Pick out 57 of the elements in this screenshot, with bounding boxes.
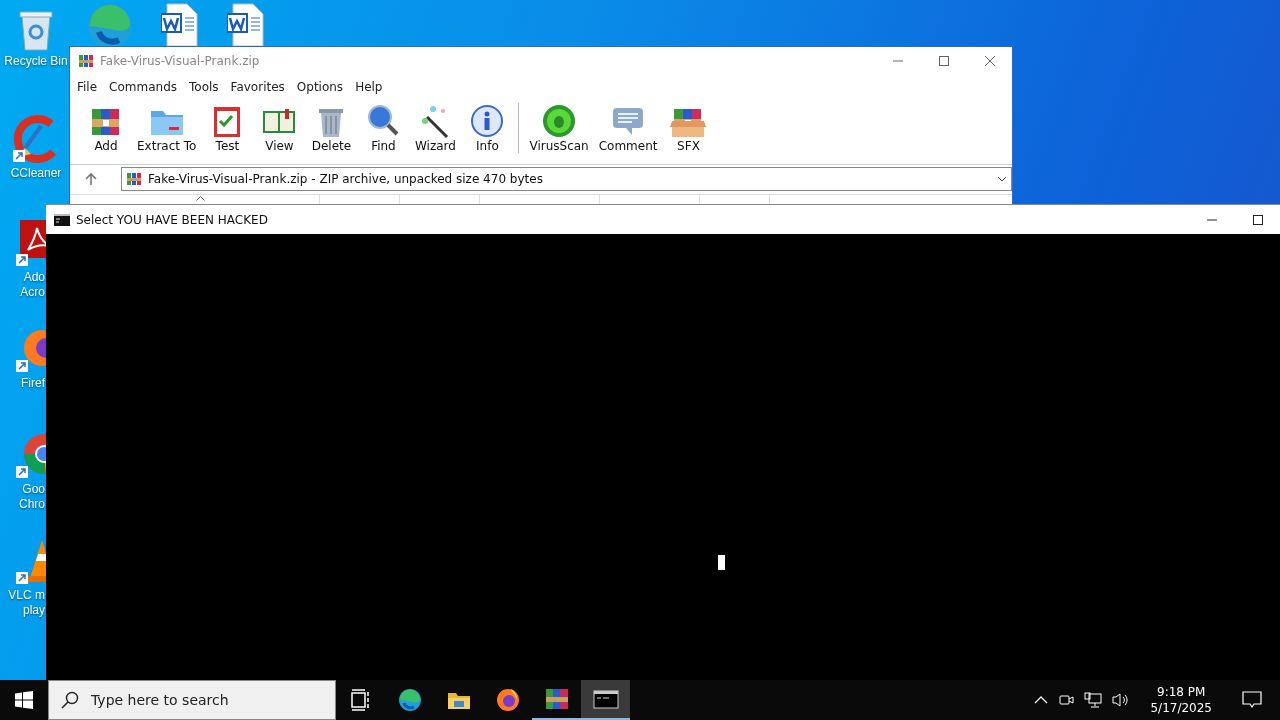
speaker-icon[interactable] bbox=[1112, 692, 1131, 708]
recycle-bin-icon[interactable] bbox=[16, 8, 56, 52]
taskbar-app-button[interactable] bbox=[581, 680, 630, 720]
toolbar-button[interactable]: Extract To bbox=[132, 103, 202, 153]
chevron-up-icon[interactable] bbox=[1034, 695, 1049, 705]
desktop-icon-label: Acro bbox=[20, 285, 45, 300]
close-icon[interactable] bbox=[984, 55, 996, 67]
toolbar-button[interactable]: Add bbox=[80, 103, 132, 153]
menu-item[interactable]: Favorites bbox=[230, 80, 285, 94]
toolbar-button[interactable]: SFX bbox=[662, 103, 715, 153]
path-dropdown[interactable]: Fake-Virus-Visual-Prank.zip - ZIP archive, unpacked size 470 bytes bbox=[121, 167, 1012, 191]
toolbar-button[interactable]: Wizard bbox=[409, 103, 462, 153]
edge-icon[interactable] bbox=[85, 2, 135, 46]
info-icon bbox=[469, 103, 506, 139]
desktop-icon-label: CCleaner bbox=[10, 166, 62, 181]
toolbar-button[interactable]: Comment bbox=[593, 103, 663, 153]
chevron-down-icon bbox=[997, 176, 1007, 182]
clock-time[interactable]: 9:18 PM bbox=[1157, 684, 1206, 700]
firefox-icon bbox=[494, 687, 521, 713]
desktop-icon-label: VLC m bbox=[8, 588, 45, 603]
word-document-icon[interactable] bbox=[227, 2, 267, 46]
menu-item[interactable]: Options bbox=[296, 80, 344, 94]
menu-item[interactable]: File bbox=[77, 80, 98, 94]
search-field[interactable]: Type here to search bbox=[48, 680, 336, 720]
desktop-icon-label: Firef bbox=[21, 376, 45, 391]
network-icon[interactable] bbox=[1084, 692, 1103, 708]
sort-caret-icon bbox=[196, 196, 205, 201]
up-arrow-icon[interactable] bbox=[85, 172, 97, 186]
desktop-icon-label: play bbox=[23, 603, 45, 618]
menu-item[interactable]: Help bbox=[355, 80, 383, 94]
toolbar-button[interactable]: Delete bbox=[305, 103, 358, 153]
desktop-icon-label: Ado bbox=[23, 270, 45, 285]
windows-logo-icon bbox=[15, 691, 33, 709]
word-document-icon[interactable] bbox=[161, 2, 201, 46]
notification-icon[interactable] bbox=[1242, 691, 1262, 709]
window-title: Fake-Virus-Visual-Prank.zip bbox=[100, 54, 260, 68]
toolbar-button[interactable]: VirusScan bbox=[524, 103, 594, 153]
edge-icon bbox=[396, 687, 423, 713]
archive-icon bbox=[78, 53, 94, 69]
toolbar-button[interactable]: Test bbox=[201, 103, 254, 153]
desktop-icon-label: Chro bbox=[19, 497, 45, 512]
desktop-icon-label: Goo bbox=[22, 482, 45, 497]
menu-item[interactable]: Tools bbox=[189, 80, 219, 94]
archive-icon bbox=[126, 171, 142, 187]
menu-item[interactable]: Commands bbox=[109, 80, 178, 94]
search-icon bbox=[61, 691, 79, 709]
text-cursor bbox=[718, 555, 725, 570]
books-stack-icon bbox=[543, 686, 570, 712]
toolbar-button[interactable]: Find bbox=[357, 103, 410, 153]
console-icon bbox=[54, 213, 70, 226]
window-title: Select YOU HAVE BEEN HACKED bbox=[76, 212, 268, 227]
toolbar-button[interactable]: View bbox=[253, 103, 306, 153]
camera-icon[interactable] bbox=[1058, 692, 1075, 708]
clock-date[interactable]: 5/17/2025 bbox=[1150, 700, 1212, 716]
toolbar-button[interactable]: Info bbox=[461, 103, 514, 153]
desktop-icon-label: Recycle Bin bbox=[4, 54, 68, 69]
maximize-icon[interactable] bbox=[1252, 213, 1264, 226]
